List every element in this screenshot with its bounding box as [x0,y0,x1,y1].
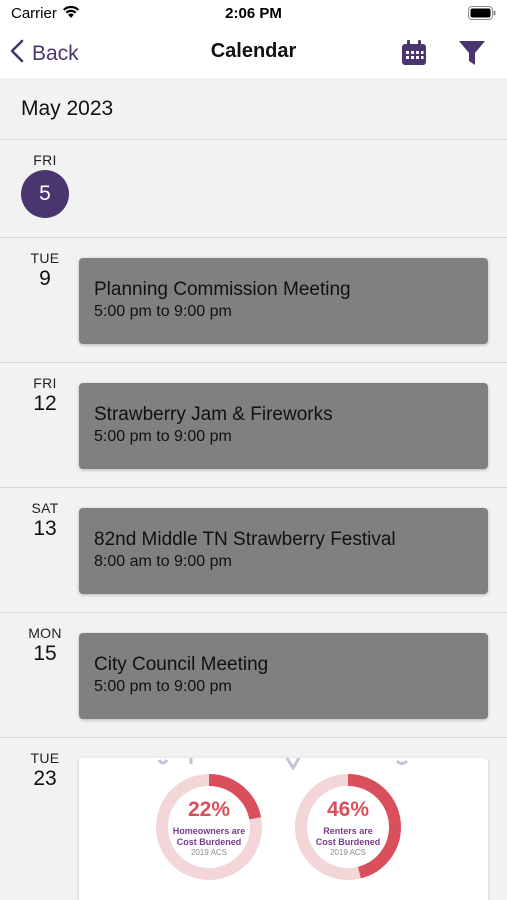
event-title: 82nd Middle TN Strawberry Festival [94,529,396,550]
weekday-label: TUE [30,250,60,266]
event-time: 5:00 pm to 9:00 pm [94,678,232,695]
day-number: 15 [33,642,57,665]
stat-label: Homeowners are Cost Burdened [154,826,264,848]
event-card[interactable]: City Council Meeting 5:00 pm to 9:00 pm [79,633,488,719]
event-card[interactable]: Planning Commission Meeting 5:00 pm to 9… [79,258,488,344]
day-row: SAT 13 82nd Middle TN Strawberry Festiva… [0,488,507,613]
calendar-button[interactable] [399,38,429,68]
event-title: Strawberry Jam & Fireworks [94,404,333,425]
calendar-list[interactable]: May 2023 FRI 5 TUE 9 Planning Commission… [0,78,507,900]
navigation-bar: Back Calendar [0,30,507,78]
stat-donut-renters: 46% Renters are Cost Burdened 2019 ACS [293,772,403,882]
event-title: City Council Meeting [94,654,269,675]
status-bar: Carrier 2:06 PM [0,0,507,30]
weekday-label: FRI [33,375,57,391]
event-card[interactable]: 82nd Middle TN Strawberry Festival 8:00 … [79,508,488,594]
event-image-card[interactable]: 22% Homeowners are Cost Burdened 2019 AC… [79,758,488,900]
day-number: 9 [39,267,51,290]
filter-icon [457,41,487,71]
stat-donut-homeowners: 22% Homeowners are Cost Burdened 2019 AC… [154,772,264,882]
event-time: 5:00 pm to 9:00 pm [94,303,232,320]
stat-percent: 22% [187,798,231,821]
stat-label-line1: Renters are [323,826,373,836]
stat-label-line2: Cost Burdened [315,837,381,847]
day-number: 5 [39,182,51,205]
weekday-label: SAT [31,500,59,516]
day-row: FRI 12 Strawberry Jam & Fireworks 5:00 p… [0,363,507,488]
status-time: 2:06 PM [225,5,282,22]
calendar-icon [399,40,429,72]
stat-label: Renters are Cost Burdened [293,826,403,848]
day-number: 13 [33,517,57,540]
battery-icon [468,6,496,25]
event-card[interactable]: Strawberry Jam & Fireworks 5:00 pm to 9:… [79,383,488,469]
stat-label-line2: Cost Burdened [176,837,242,847]
calendar-screen: Carrier 2:06 PM Back Calendar May 2023 F… [0,0,507,900]
back-button[interactable]: Back [10,38,79,70]
day-row: MON 15 City Council Meeting 5:00 pm to 9… [0,613,507,738]
back-label: Back [32,42,79,65]
chevron-left-icon [10,39,32,69]
stat-percent: 46% [326,798,370,821]
day-row: FRI 5 [0,140,507,238]
weekday-label: FRI [33,152,57,168]
weekday-label: MON [28,625,62,641]
month-header: May 2023 [0,78,507,140]
filter-button[interactable] [457,39,487,69]
event-time: 8:00 am to 9:00 pm [94,553,232,570]
event-title: Planning Commission Meeting [94,279,351,300]
day-row: TUE 23 22% Homeowners are Cost Burdened … [0,738,507,900]
weekday-label: TUE [30,750,60,766]
stat-label-line1: Homeowners are [172,826,246,836]
event-time: 5:00 pm to 9:00 pm [94,428,232,445]
day-number: 12 [33,392,57,415]
stat-source: 2019 ACS [329,848,367,857]
day-row: TUE 9 Planning Commission Meeting 5:00 p… [0,238,507,363]
selected-day-indicator[interactable]: 5 [21,170,69,218]
day-number: 23 [33,767,57,790]
decorative-graphic [157,758,409,770]
stat-source: 2019 ACS [190,848,228,857]
